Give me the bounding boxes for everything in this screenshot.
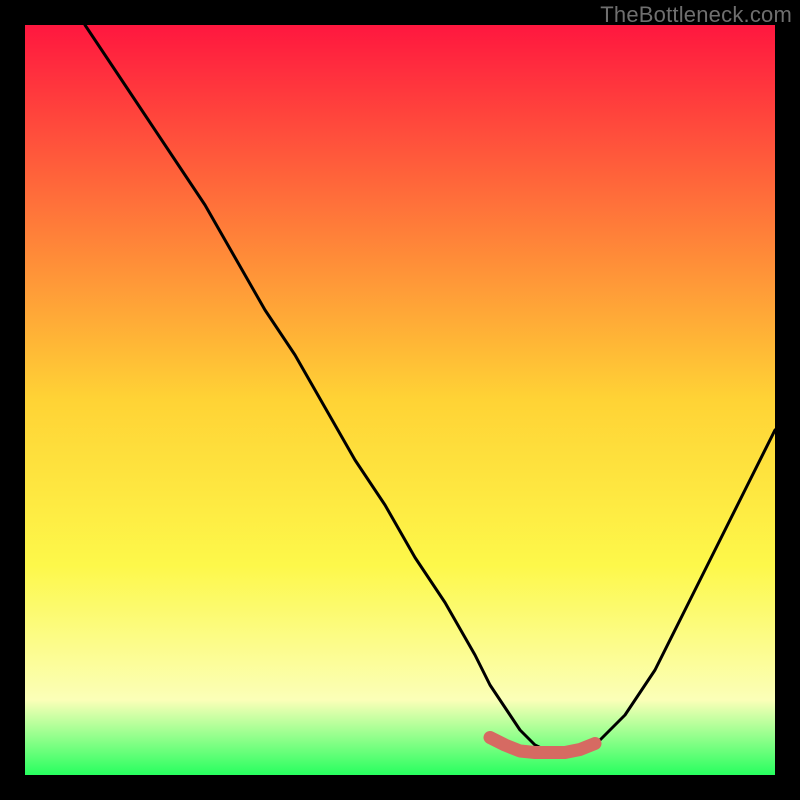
plot-area <box>25 25 775 775</box>
chart-svg <box>25 25 775 775</box>
gradient-background <box>25 25 775 775</box>
chart-frame: TheBottleneck.com <box>0 0 800 800</box>
